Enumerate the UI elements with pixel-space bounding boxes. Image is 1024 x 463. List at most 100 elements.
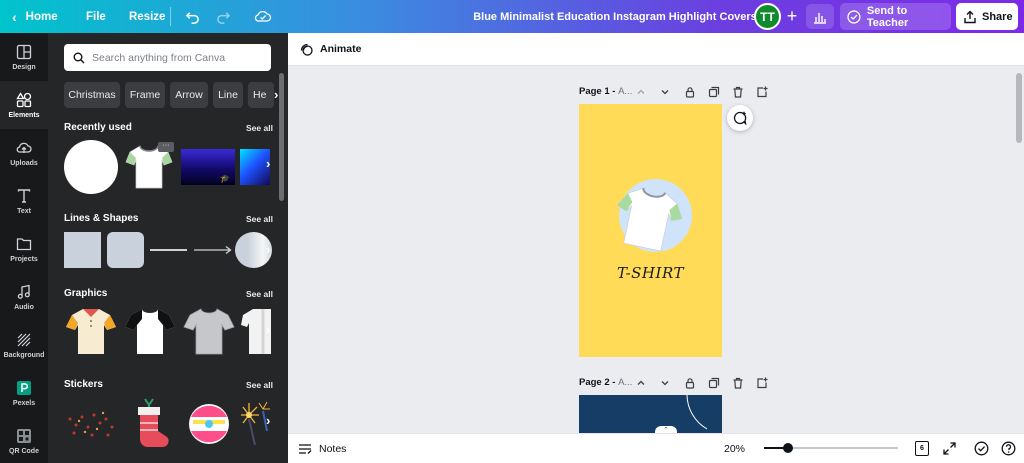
sticker-stocking[interactable]	[123, 397, 177, 451]
duplicate-page-button[interactable]	[707, 376, 721, 390]
avatar[interactable]: TT	[754, 3, 781, 30]
shape-rounded-square[interactable]	[107, 232, 144, 268]
delete-page-button[interactable]	[731, 376, 745, 390]
chevron-right-icon[interactable]: ›	[266, 156, 270, 171]
see-all-lines-shapes[interactable]: See all	[246, 214, 273, 224]
shape-arrow-line[interactable]	[193, 243, 233, 257]
chip-frame[interactable]: Frame	[125, 82, 165, 108]
chevron-right-icon[interactable]: ›	[266, 413, 270, 428]
notes-label: Notes	[319, 442, 347, 455]
elements-icon	[16, 91, 32, 107]
notes-button[interactable]: Notes	[298, 434, 346, 463]
duplicate-icon	[708, 377, 720, 389]
chip-christmas[interactable]: Christmas	[64, 82, 120, 108]
rail-item-text[interactable]: Text	[0, 177, 48, 225]
share-button[interactable]: Share	[956, 3, 1018, 30]
section-title-recently-used: Recently used	[64, 122, 132, 133]
redo-icon	[217, 12, 231, 24]
search-input[interactable]: Search anything from Canva	[64, 44, 271, 71]
panel-scrollbar[interactable]	[279, 73, 284, 201]
see-all-recently-used[interactable]: See all	[246, 123, 273, 133]
graphic-raglan-shirt[interactable]	[123, 305, 177, 357]
fullscreen-button[interactable]	[941, 440, 958, 457]
home-button[interactable]: ‹ Home	[12, 0, 58, 33]
lock-page-button[interactable]	[683, 85, 697, 99]
rail-item-qr-code[interactable]: QR Code	[0, 417, 48, 463]
audio-icon	[17, 284, 30, 299]
insights-button[interactable]	[806, 4, 834, 29]
page-1-heading[interactable]: T-SHIRT	[579, 264, 722, 282]
see-all-graphics[interactable]: See all	[246, 289, 273, 299]
add-collaborator-button[interactable]: +	[781, 5, 803, 27]
notes-icon	[299, 443, 312, 454]
editor-toolbar: Animate	[288, 33, 1024, 66]
chevron-down-icon	[661, 90, 669, 95]
page-2-title[interactable]: Page 2 - A...	[579, 377, 632, 388]
rail-item-background[interactable]: Background	[0, 321, 48, 369]
file-menu-button[interactable]: File	[86, 0, 106, 33]
rail-label: Uploads	[10, 159, 38, 167]
cloud-save-button[interactable]	[254, 0, 272, 33]
undo-icon	[185, 12, 199, 24]
shape-line[interactable]	[150, 249, 187, 251]
page-2-canvas[interactable]	[579, 395, 722, 433]
gray-tshirt-icon	[183, 308, 235, 355]
chevron-right-icon[interactable]: ›	[274, 87, 278, 102]
page-1-title[interactable]: Page 1 - A...	[579, 86, 632, 97]
chevron-right-icon[interactable]: ›	[266, 322, 270, 337]
sticker-ball[interactable]	[182, 399, 236, 449]
animate-icon	[300, 43, 313, 56]
page-count-button[interactable]: 6	[915, 441, 929, 456]
delete-page-button[interactable]	[731, 85, 745, 99]
undo-button[interactable]	[185, 0, 200, 33]
top-bar: ‹ Home File Resize Blue Minimalist Educa…	[0, 0, 1024, 33]
rail-item-elements[interactable]: Elements	[0, 81, 48, 129]
rail-item-projects[interactable]: Projects	[0, 225, 48, 273]
page-up-button[interactable]	[634, 376, 648, 390]
lock-page-button[interactable]	[683, 376, 697, 390]
more-options-badge[interactable]: ···	[158, 142, 174, 152]
page-down-button[interactable]	[658, 85, 672, 99]
add-page-button[interactable]	[755, 85, 769, 99]
chip-partial[interactable]: He	[248, 82, 274, 108]
rail-item-pexels[interactable]: Pexels	[0, 369, 48, 417]
check-circle-icon	[974, 441, 989, 456]
document-title[interactable]: Blue Minimalist Education Instagram High…	[470, 0, 760, 33]
rail-item-audio[interactable]: Audio	[0, 273, 48, 321]
help-button[interactable]	[1000, 440, 1017, 457]
cloud-check-icon	[254, 10, 272, 22]
send-to-teacher-button[interactable]: Send to Teacher	[840, 3, 951, 30]
page-up-button[interactable]	[634, 85, 648, 99]
graphic-gray-tshirt[interactable]	[182, 305, 236, 357]
home-label: Home	[25, 10, 58, 23]
recent-item-circle[interactable]	[64, 140, 118, 194]
projects-icon	[16, 237, 32, 250]
tshirt-graphic[interactable]	[609, 184, 689, 256]
chevron-right-icon[interactable]: ›	[266, 242, 270, 257]
zoom-slider-thumb[interactable]	[783, 443, 794, 453]
check-button[interactable]	[973, 440, 990, 457]
rail-label: Background	[3, 351, 45, 359]
recent-item-tshirt[interactable]: ···	[122, 140, 176, 194]
see-all-stickers[interactable]: See all	[246, 380, 273, 390]
graphic-polo-shirt[interactable]	[64, 305, 118, 357]
chip-line[interactable]: Line	[213, 82, 243, 108]
add-comment-button[interactable]	[727, 105, 753, 131]
page-1-canvas[interactable]: T-SHIRT	[579, 104, 722, 357]
resize-button[interactable]: Resize	[129, 0, 165, 33]
rail-item-uploads[interactable]: Uploads	[0, 129, 48, 177]
section-title-lines-shapes: Lines & Shapes	[64, 213, 139, 224]
rail-item-design[interactable]: Design	[0, 33, 48, 81]
shape-square[interactable]	[64, 232, 101, 268]
redo-button[interactable]	[216, 0, 231, 33]
add-page-button[interactable]	[755, 376, 769, 390]
chip-arrow[interactable]: Arrow	[170, 82, 208, 108]
zoom-level[interactable]: 20%	[724, 434, 745, 463]
duplicate-page-button[interactable]	[707, 85, 721, 99]
animate-button[interactable]: Animate	[299, 42, 361, 56]
sticker-lights[interactable]	[64, 399, 118, 449]
trash-icon	[733, 86, 743, 98]
recent-item-gradient-blue[interactable]: 🎓	[181, 149, 235, 185]
canvas-scrollbar[interactable]	[1016, 73, 1022, 143]
page-down-button[interactable]	[658, 376, 672, 390]
